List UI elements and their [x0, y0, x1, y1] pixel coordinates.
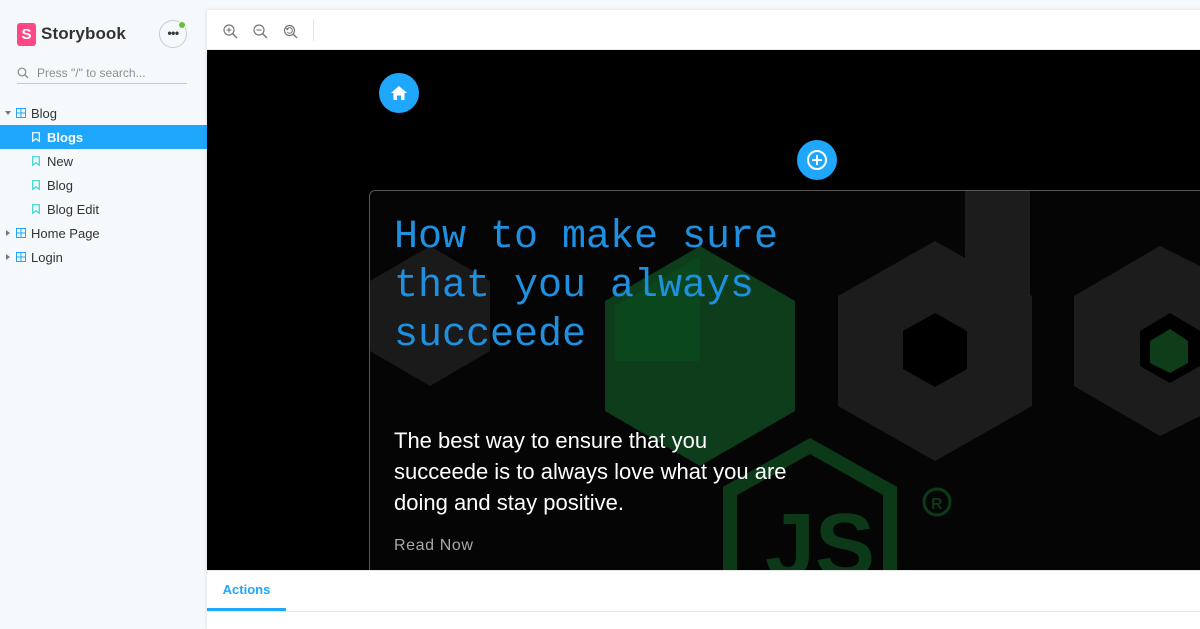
- story-preview: JS R How to make sure that you always su…: [207, 50, 1200, 570]
- tree-group-blog[interactable]: Blog: [0, 101, 207, 125]
- plus-circle-icon: [807, 150, 827, 170]
- bookmark-icon: [32, 132, 40, 142]
- toolbar-divider: [313, 19, 314, 41]
- addons-divider: [207, 611, 1200, 612]
- bookmark-icon: [32, 180, 40, 190]
- zoom-out-icon: [252, 23, 267, 38]
- tree-item-label: Login: [31, 249, 63, 265]
- reset-zoom-icon: [283, 24, 297, 38]
- component-icon: [16, 252, 26, 262]
- search-bar: [17, 62, 187, 84]
- blog-card[interactable]: JS R How to make sure that you always su…: [369, 190, 1200, 570]
- settings-menu-button[interactable]: •••: [159, 20, 187, 48]
- bookmark-icon: [32, 156, 40, 166]
- tree-item-label: Blogs: [47, 129, 84, 145]
- add-post-button[interactable]: [797, 140, 837, 180]
- tree-item-label: Blog: [47, 177, 74, 193]
- zoom-in-icon: [222, 23, 237, 38]
- tree-story-blog[interactable]: Blog: [0, 173, 207, 197]
- ellipsis-icon: •••: [167, 25, 179, 40]
- read-now-link[interactable]: Read Now: [394, 537, 474, 555]
- tree-story-blog-edit[interactable]: Blog Edit: [0, 197, 207, 221]
- notification-dot: [178, 21, 186, 29]
- home-button[interactable]: [379, 73, 419, 113]
- component-icon: [16, 108, 26, 118]
- zoom-out-button[interactable]: [251, 22, 269, 40]
- tree-item-label: Home Page: [31, 225, 100, 241]
- toolbar: [207, 10, 1200, 50]
- bookmark-icon: [32, 204, 40, 214]
- search-icon: [17, 66, 31, 80]
- home-icon: [391, 86, 407, 100]
- blog-description: The best way to ensure that you succeede…: [394, 428, 787, 515]
- tree-story-blogs[interactable]: Blogs: [0, 125, 207, 149]
- svg-text:R: R: [931, 496, 943, 513]
- search-input[interactable]: [37, 65, 182, 80]
- tab-actions[interactable]: Actions: [207, 571, 286, 611]
- component-icon: [16, 228, 26, 238]
- zoom-in-button[interactable]: [221, 22, 239, 40]
- storybook-logo: S: [17, 22, 36, 46]
- reset-zoom-button[interactable]: [281, 22, 299, 40]
- chevron-right-icon: [6, 254, 10, 260]
- tree-group-home-page[interactable]: Home Page: [0, 221, 207, 245]
- brand-name: Storybook: [41, 24, 126, 43]
- sidebar: S Storybook ••• Blog Blogs: [0, 0, 207, 629]
- addons-panel: Actions: [207, 570, 1200, 629]
- tree-item-label: New: [47, 153, 74, 169]
- story-tree: Blog Blogs New Blog Blog Edit Home Page …: [0, 101, 207, 269]
- blog-title: How to make sure that you always succeed…: [394, 215, 779, 358]
- tree-item-label: Blog: [31, 105, 58, 121]
- chevron-right-icon: [6, 230, 10, 236]
- main-panel: JS R How to make sure that you always su…: [207, 10, 1200, 629]
- chevron-down-icon: [5, 111, 11, 115]
- tree-item-label: Blog Edit: [47, 201, 100, 217]
- tree-story-new[interactable]: New: [0, 149, 207, 173]
- tree-group-login[interactable]: Login: [0, 245, 207, 269]
- brand[interactable]: S Storybook: [17, 22, 126, 46]
